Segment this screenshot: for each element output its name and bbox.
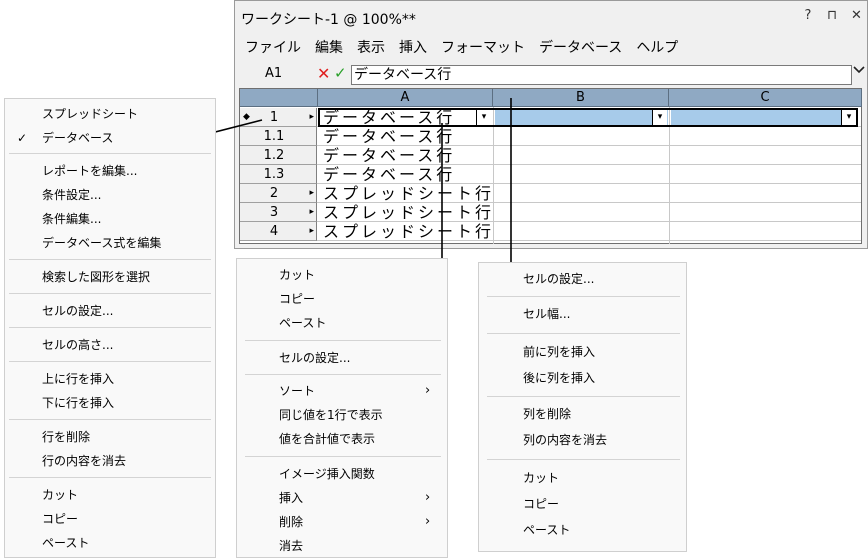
submenu-arrow-icon: › — [425, 383, 431, 398]
menu-item-paste[interactable]: ペースト — [5, 532, 215, 554]
menu-item-cell-settings[interactable]: セルの設定... — [237, 347, 447, 369]
menu-item-delete-column[interactable]: 列を削除 — [479, 403, 686, 425]
menu-item-cut[interactable]: カット — [5, 484, 215, 506]
menu-item-show-as-total[interactable]: 値を合計値で表示 — [237, 428, 447, 450]
menu-separator — [9, 419, 211, 420]
menu-item-cell-settings[interactable]: セルの設定... — [479, 268, 686, 290]
menu-item-cell-settings[interactable]: セルの設定... — [5, 300, 215, 322]
menu-item-cell-height[interactable]: セルの高さ... — [5, 334, 215, 356]
checkmark-icon: ✓ — [17, 131, 28, 145]
menu-item-clear-row[interactable]: 行の内容を消去 — [5, 450, 215, 472]
submenu-arrow-icon: › — [425, 490, 431, 505]
menu-item-copy[interactable]: コピー — [237, 288, 447, 310]
menu-item-edit-condition[interactable]: 条件編集... — [5, 208, 215, 230]
menu-separator — [9, 259, 211, 260]
menu-item-sort[interactable]: ソート › — [237, 380, 447, 402]
menu-item-select-found-shapes[interactable]: 検索した図形を選択 — [5, 266, 215, 288]
menu-item-copy[interactable]: コピー — [5, 508, 215, 530]
menu-item-image-insert-function[interactable]: イメージ挿入関数 — [237, 463, 447, 485]
menu-item-delete-row[interactable]: 行を削除 — [5, 426, 215, 448]
menu-item-insert-row-below[interactable]: 下に行を挿入 — [5, 392, 215, 414]
menu-separator — [245, 456, 441, 457]
menu-separator — [9, 293, 211, 294]
menu-item-insert-column-before[interactable]: 前に列を挿入 — [479, 341, 686, 363]
menu-item-condition-settings[interactable]: 条件設定... — [5, 184, 215, 206]
menu-separator — [487, 396, 680, 397]
menu-item-paste[interactable]: ペースト — [237, 312, 447, 334]
menu-item-delete[interactable]: 削除 › — [237, 511, 447, 533]
menu-item-cut[interactable]: カット — [479, 467, 686, 489]
menu-separator — [487, 459, 680, 460]
column-header-context-menu: セルの設定... セル幅... 前に列を挿入 後に列を挿入 列を削除 列の内容を… — [478, 262, 687, 552]
submenu-arrow-icon: › — [425, 514, 431, 529]
menu-separator — [245, 374, 441, 375]
menu-item-paste[interactable]: ペースト — [479, 519, 686, 541]
menu-item-insert-row-above[interactable]: 上に行を挿入 — [5, 368, 215, 390]
menu-item-cut[interactable]: カット — [237, 264, 447, 286]
row-header-context-menu: スプレッドシート ✓ データベース レポートを編集... 条件設定... 条件編… — [4, 98, 216, 558]
menu-item-clear-column[interactable]: 列の内容を消去 — [479, 429, 686, 451]
menu-separator — [9, 361, 211, 362]
menu-item-clear[interactable]: 消去 — [237, 535, 447, 557]
menu-separator — [9, 153, 211, 154]
menu-separator — [487, 333, 680, 334]
menu-item-insert[interactable]: 挿入 › — [237, 487, 447, 509]
menu-item-edit-db-formula[interactable]: データベース式を編集 — [5, 232, 215, 254]
cell-context-menu: カット コピー ペースト セルの設定... ソート › 同じ値を1行で表示 値を… — [236, 258, 448, 558]
menu-item-spreadsheet[interactable]: スプレッドシート — [5, 103, 215, 125]
menu-item-edit-report[interactable]: レポートを編集... — [5, 160, 215, 182]
menu-separator — [9, 477, 211, 478]
menu-separator — [487, 296, 680, 297]
menu-item-insert-column-after[interactable]: 後に列を挿入 — [479, 367, 686, 389]
menu-separator — [245, 340, 441, 341]
menu-item-copy[interactable]: コピー — [479, 493, 686, 515]
menu-item-cell-width[interactable]: セル幅... — [479, 303, 686, 325]
menu-item-database[interactable]: ✓ データベース — [5, 127, 215, 149]
menu-item-show-same-values-one-row[interactable]: 同じ値を1行で表示 — [237, 404, 447, 426]
menu-separator — [9, 327, 211, 328]
